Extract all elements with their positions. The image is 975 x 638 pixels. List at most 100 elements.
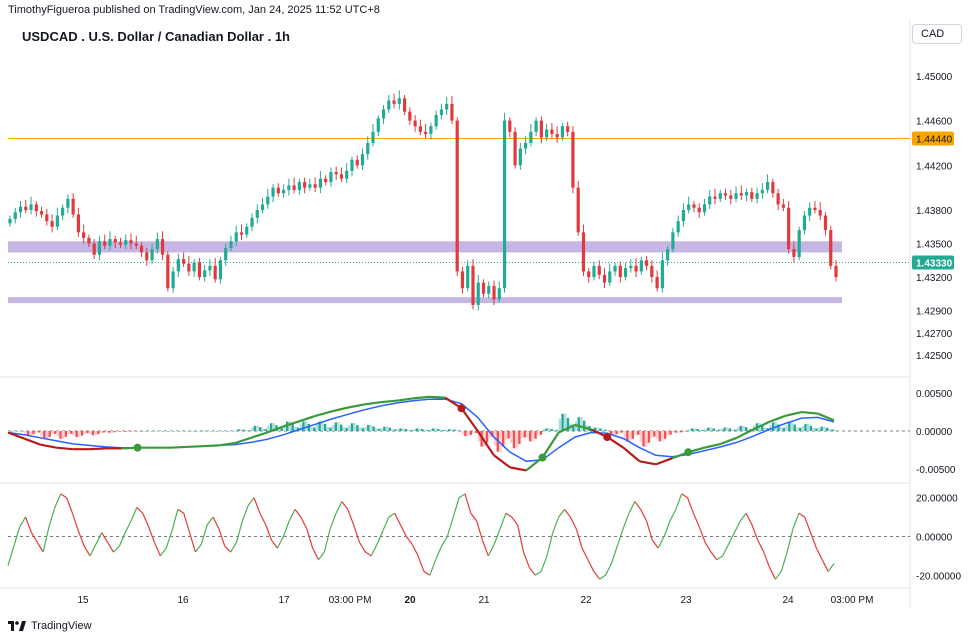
oscillator-segment [48,507,56,527]
macd-histogram-bar [693,428,697,431]
macd-line-segment [639,460,657,466]
time-tick-label: 24 [782,595,794,606]
candle-body [108,239,112,246]
oscillator-tick-label: 20.00000 [916,494,958,505]
macd-histogram-bar [639,431,643,442]
oscillator-segment [622,513,630,529]
oscillator-segment [358,542,366,553]
macd-histogram-bar [623,431,626,439]
candle-body [82,232,86,238]
macd-histogram-bar [526,431,529,439]
macd-histogram-bar [699,429,702,431]
macd-histogram-bar [326,426,329,431]
currency-button[interactable]: CAD [912,24,962,44]
candle-body [513,131,517,166]
macd-histogram-bar [250,427,254,431]
candle-body [271,187,275,197]
macd-line-segment [785,410,802,417]
macd-histogram-bar [75,431,78,438]
candle-body [376,118,380,132]
oscillator-segment [177,508,185,514]
support-zones [8,241,842,304]
candle-body [639,260,643,272]
chart-panes[interactable]: 1.45000 1.44600 1.44200 1.43800 1.43500 1.432… [0,20,975,620]
candle-body [360,154,365,166]
oscillator-segment [774,571,782,580]
macd-histogram-bar [83,431,86,434]
macd-histogram-bar [345,427,348,431]
macd-histogram-bar [183,431,186,432]
candle-body [192,262,196,272]
oscillator-segment [827,563,835,572]
candle-body [702,204,707,213]
candle-body [797,230,801,257]
macd-histogram-bar [329,427,332,431]
price-tick-label: 1.42900 [916,307,953,318]
tradingview-logo-icon [8,621,26,631]
oscillator-segment [581,547,589,561]
candle-body [581,232,586,272]
candle-body [171,271,175,289]
macd-histogram-bar [51,431,54,435]
macd-histogram-bar [91,431,95,436]
macd-histogram-bar [213,431,216,432]
macd-histogram-bar [780,427,783,431]
candlesticks [8,90,838,311]
oscillator-segment [405,536,413,545]
macd-histogram-bar [396,429,400,431]
macd-histogram-bar [650,431,653,438]
macd-histogram-bar [302,421,305,431]
macd-histogram-bar [785,424,788,431]
macd-histogram-bar [226,431,230,432]
macd-histogram-bar [798,427,802,431]
price-axis: 1.45000 1.44600 1.44200 1.43800 1.43500 1.432… [912,72,954,362]
oscillator-segment [95,532,103,545]
candle-body [687,204,691,210]
macd-histogram-bar [124,431,127,432]
oscillator-segment [522,551,530,568]
oscillator-segment [640,509,648,522]
macd-histogram-bar [804,424,807,431]
oscillator-segment [435,545,443,561]
oscillator-segment [230,542,237,553]
macd-histogram-bar [331,424,335,431]
oscillator-segment [189,532,197,553]
macd-histogram-bar [156,431,159,432]
macd-histogram-bar [205,431,208,432]
candle-body [460,271,465,289]
tradingview-footer[interactable]: TradingView [8,618,92,634]
macd-histogram-bar [809,425,813,431]
macd-histogram-bar [107,431,111,433]
candle-body [429,126,433,135]
candle-body [308,184,312,188]
macd-histogram-bar [340,424,343,431]
macd-histogram-bar [8,431,11,432]
macd-histogram-bar [458,430,462,431]
macd-histogram-bar [523,431,526,438]
macd-histogram-bar [369,424,373,431]
symbol-title[interactable]: USDCAD . U.S. Dollar / Canadian Dollar .… [22,29,290,44]
support-zone-1 [8,297,842,304]
macd-histogram-bar [550,429,553,431]
macd-histogram-bar [385,426,389,431]
oscillator-segment [113,545,120,553]
candle-body [755,193,759,199]
candle-body [18,206,23,213]
candle-body [218,260,223,280]
macd-histogram-bar [561,413,564,431]
macd-histogram-bar [64,431,68,437]
candle-body [355,159,359,166]
time-tick-label: 21 [478,595,490,606]
macd-histogram-bar [512,431,516,449]
oscillator-segment [769,567,776,580]
macd-histogram-bar [259,427,262,431]
macd-tick-label: -0.00500 [916,465,956,476]
macd-histogram-bar [739,425,742,431]
macd-histogram-bar [56,431,59,437]
oscillator-segment [30,532,38,543]
candle-body [97,241,102,255]
oscillator-segment [417,555,425,572]
macd-histogram-bar [59,431,62,439]
oscillator-segment [792,513,800,529]
candle-body [155,239,159,250]
